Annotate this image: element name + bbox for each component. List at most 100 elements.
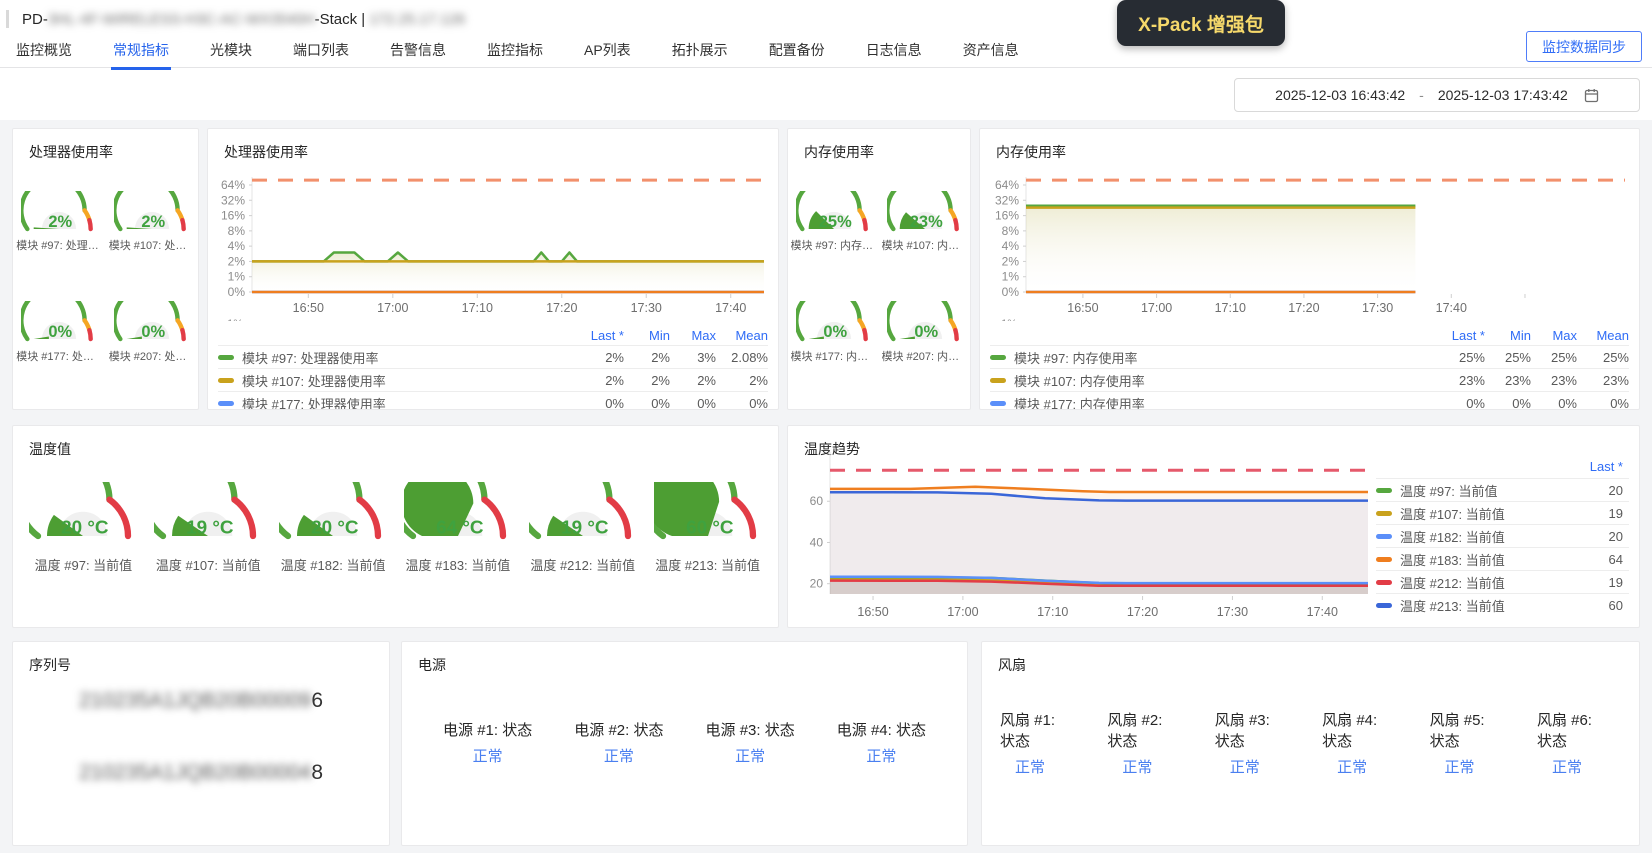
svg-text:17:30: 17:30 bbox=[1217, 605, 1248, 619]
svg-text:16:50: 16:50 bbox=[293, 301, 324, 315]
legend-header-Mean[interactable]: Mean bbox=[716, 328, 768, 343]
sync-data-button[interactable]: 监控数据同步 bbox=[1526, 31, 1642, 62]
legend-header-Last *[interactable]: Last * bbox=[572, 328, 624, 343]
gauge-cell: 20 °C 温度 #97: 当前值 bbox=[29, 482, 137, 574]
svg-text:17:40: 17:40 bbox=[1307, 605, 1338, 619]
series-stat: 0% bbox=[1558, 395, 1577, 410]
power-status-link[interactable]: 正常 bbox=[706, 745, 795, 766]
gauge-label: 模块 #97: 内存使用率 bbox=[790, 240, 877, 253]
svg-text:17:10: 17:10 bbox=[1037, 605, 1068, 619]
svg-text:64 °C: 64 °C bbox=[436, 517, 484, 538]
top-bar: PD-3HL-4F-WIRELESS-H3C-AC-WX3540H-Stack … bbox=[0, 0, 1652, 70]
legend-row[interactable]: 模块 #177: 内存使用率 0% 0% 0% 0% bbox=[990, 391, 1629, 410]
tab-8[interactable]: 拓扑展示 bbox=[670, 34, 730, 70]
date-start[interactable]: 2025-12-03 16:43:42 bbox=[1275, 87, 1405, 103]
fan-status-link[interactable]: 正常 bbox=[1107, 756, 1167, 777]
card-mem-chart: 内存使用率 64%32%16%8%4%2%1%0%-1%16:5017:0017… bbox=[979, 128, 1640, 410]
legend-header-Min[interactable]: Min bbox=[1485, 328, 1531, 343]
power-label: 电源 #1: 状态 bbox=[443, 722, 533, 739]
legend-row[interactable]: 模块 #97: 内存使用率 25% 25% 25% 25% bbox=[990, 345, 1629, 368]
legend-header-Max[interactable]: Max bbox=[1531, 328, 1577, 343]
svg-text:17:10: 17:10 bbox=[1215, 301, 1246, 315]
fan-status-link[interactable]: 正常 bbox=[1537, 756, 1597, 777]
series-last-value: 19 bbox=[1608, 505, 1623, 521]
svg-text:1%: 1% bbox=[228, 270, 246, 284]
tab-7[interactable]: AP列表 bbox=[582, 34, 633, 70]
title-separator: | bbox=[357, 10, 370, 28]
calendar-icon[interactable] bbox=[1584, 88, 1599, 103]
fan-status-item: 风扇 #3: 状态正常 bbox=[1215, 710, 1307, 777]
series-stat: 2% bbox=[651, 349, 670, 365]
device-name-masked: 3HL-4F-WIRELESS-H3C-AC-WX3540H bbox=[47, 10, 315, 28]
fan-status-link[interactable]: 正常 bbox=[1215, 756, 1275, 777]
temp-legend-row[interactable]: 温度 #213: 当前值 60 bbox=[1376, 593, 1629, 616]
serial-masked: 210235A1JQB20B00009 bbox=[78, 689, 312, 712]
power-status-link[interactable]: 正常 bbox=[574, 745, 663, 766]
gauge-模块 #107: 内存使...: 23% bbox=[886, 191, 959, 232]
svg-text:2%: 2% bbox=[49, 213, 73, 231]
legend-row[interactable]: 模块 #97: 处理器使用率 2% 2% 3% 2.08% bbox=[218, 345, 768, 368]
gauge-温度 #182: 当前值: 20 °C bbox=[279, 482, 382, 540]
fan-status-link[interactable]: 正常 bbox=[1322, 756, 1382, 777]
xpack-badge: X-Pack 增强包 bbox=[1117, 0, 1285, 46]
gauge-label: 模块 #177: 内存使... bbox=[790, 350, 877, 363]
svg-text:16:50: 16:50 bbox=[857, 605, 888, 619]
temp-legend-row[interactable]: 温度 #97: 当前值 20 bbox=[1376, 478, 1629, 501]
tab-9[interactable]: 配置备份 bbox=[767, 34, 827, 70]
legend-row[interactable]: 模块 #107: 处理器使用率 2% 2% 2% 2% bbox=[218, 368, 768, 391]
mem-chart-title: 内存使用率 bbox=[996, 144, 1066, 160]
fan-status-item: 风扇 #5: 状态 正常 bbox=[1430, 710, 1522, 777]
series-name: 模块 #177: 处理器使用率 bbox=[242, 396, 386, 410]
gauge-label: 模块 #107: 内存使... bbox=[881, 240, 968, 253]
power-status-link[interactable]: 正常 bbox=[837, 745, 926, 766]
tab-11[interactable]: 资产信息 bbox=[961, 34, 1021, 70]
legend-header-Max[interactable]: Max bbox=[670, 328, 716, 343]
fan-status-link[interactable]: 正常 bbox=[1000, 756, 1060, 777]
series-stat: 2% bbox=[605, 349, 624, 365]
date-range-picker[interactable]: 2025-12-03 16:43:42 - 2025-12-03 17:43:4… bbox=[1234, 78, 1640, 112]
tab-6[interactable]: 监控指标 bbox=[485, 34, 545, 70]
power-status-link[interactable]: 正常 bbox=[443, 745, 532, 766]
tab-1[interactable]: 监控概览 bbox=[14, 34, 74, 70]
temp-legend-row[interactable]: 温度 #212: 当前值 19 bbox=[1376, 570, 1629, 593]
tab-3[interactable]: 光模块 bbox=[208, 34, 254, 70]
series-swatch bbox=[218, 354, 234, 360]
svg-text:2%: 2% bbox=[141, 213, 165, 231]
temp-legend-row[interactable]: 温度 #107: 当前值 19 bbox=[1376, 501, 1629, 524]
temp-legend-row[interactable]: 温度 #182: 当前值 20 bbox=[1376, 524, 1629, 547]
tab-2[interactable]: 常规指标 bbox=[111, 34, 171, 70]
legend-row[interactable]: 模块 #177: 处理器使用率 0% 0% 0% 0% bbox=[218, 391, 768, 410]
series-stat: 23% bbox=[1550, 372, 1577, 388]
gauge-模块 #107: 处理器...: 2% bbox=[113, 191, 186, 232]
temp-trend-chart: 20 40 60 16:50 17:00 17:10 17:20 17:30 17:40 bbox=[796, 452, 1374, 627]
svg-text:64%: 64% bbox=[995, 178, 1019, 192]
temp-legend-row[interactable]: 温度 #183: 当前值 64 bbox=[1376, 547, 1629, 570]
date-end[interactable]: 2025-12-03 17:43:42 bbox=[1438, 87, 1568, 103]
fan-items: 风扇 #1: 状态 正常 风扇 #2: 状态 正常 风扇 #3: 状态 正常 风扇 #4: 状态 正常… bbox=[1000, 710, 1629, 777]
fan-label: 风扇 #3: bbox=[1214, 712, 1270, 729]
fan-label-2: 状态 bbox=[1214, 733, 1245, 750]
svg-text:60: 60 bbox=[810, 494, 824, 508]
svg-text:20: 20 bbox=[810, 577, 824, 591]
legend-header-Last *[interactable]: Last * bbox=[1433, 328, 1485, 343]
tab-10[interactable]: 日志信息 bbox=[864, 34, 924, 70]
tab-4[interactable]: 端口列表 bbox=[291, 34, 351, 70]
series-stat: 25% bbox=[1504, 349, 1531, 365]
svg-text:17:30: 17:30 bbox=[631, 301, 662, 315]
legend-header-Min[interactable]: Min bbox=[624, 328, 670, 343]
svg-text:2%: 2% bbox=[228, 254, 246, 268]
fan-label: 风扇 #4: bbox=[1322, 712, 1378, 729]
fan-status-link[interactable]: 正常 bbox=[1430, 756, 1490, 777]
temp-legend-header[interactable]: Last * bbox=[1376, 454, 1629, 478]
power-status-item: 电源 #3: 状态 正常 bbox=[706, 720, 795, 766]
gauge-cell: 20 °C 温度 #182: 当前值 bbox=[279, 482, 387, 574]
series-name: 温度 #107: 当前值 bbox=[1400, 506, 1505, 522]
series-last-value: 60 bbox=[1608, 597, 1623, 613]
serial-suffix: 6 bbox=[311, 689, 324, 712]
series-stat: 23% bbox=[1504, 372, 1531, 388]
legend-row[interactable]: 模块 #107: 内存使用率 23% 23% 23% 23% bbox=[990, 368, 1629, 391]
tab-5[interactable]: 告警信息 bbox=[388, 34, 448, 70]
cpu-chart: 64%32% 16%8%4%2% 1%0% -1% 16:50 17:00 17:10 17:… bbox=[216, 171, 772, 330]
gauge-cell: 2% 模块 #107: 处理器... bbox=[109, 191, 195, 253]
legend-header-Mean[interactable]: Mean bbox=[1577, 328, 1629, 343]
